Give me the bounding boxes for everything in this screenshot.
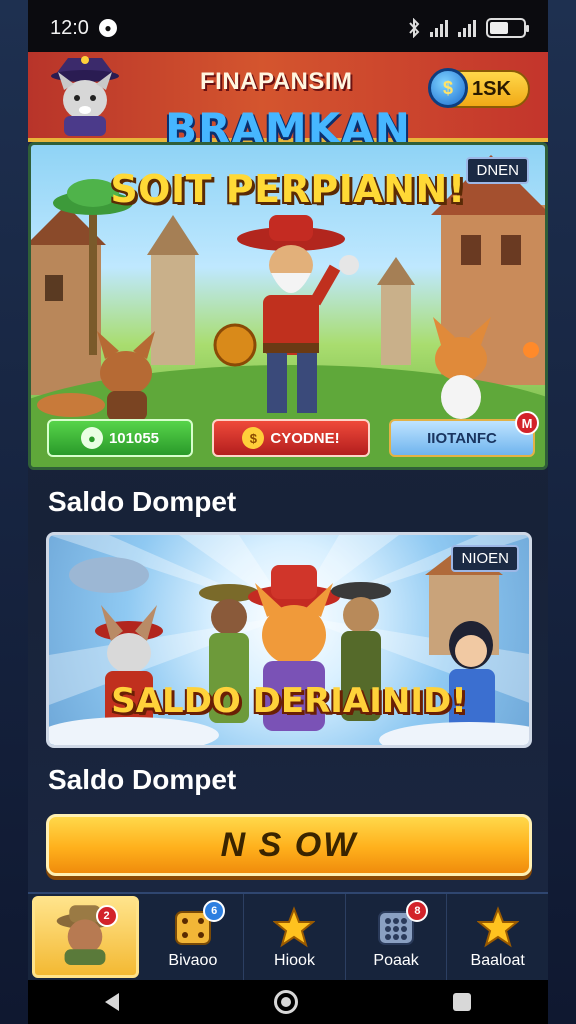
right-frame-edge bbox=[548, 0, 576, 1024]
nav-item-apps[interactable]: 8 Poaak bbox=[346, 894, 448, 980]
cta-button[interactable]: N S OW bbox=[46, 814, 532, 876]
chat-icon: ● bbox=[80, 427, 103, 449]
promo-banner[interactable]: NIOEN SALDO DERIAINID! bbox=[46, 532, 532, 748]
section-title-wallet-2: Saldo Dompet bbox=[48, 764, 237, 795]
system-nav-bar bbox=[28, 980, 548, 1024]
hero-button-badge: M bbox=[515, 411, 539, 435]
coin-balance-label: 1SK bbox=[472, 77, 511, 100]
nav-label: Poaak bbox=[373, 952, 419, 969]
nav-label: Hiook bbox=[274, 952, 315, 969]
header-title: FINAPANSIM bbox=[200, 68, 353, 95]
hero-tag[interactable]: DNEN bbox=[466, 157, 529, 184]
nav-badge: 6 bbox=[203, 900, 226, 922]
nav-label: Baaloat bbox=[470, 952, 525, 969]
status-time: 12:0 bbox=[50, 16, 89, 39]
hero-button-label: 101055 bbox=[108, 429, 160, 447]
section-title-wallet: Saldo Dompet bbox=[48, 486, 237, 517]
signal-icon-2 bbox=[458, 19, 476, 37]
star-icon bbox=[273, 906, 316, 948]
left-frame-edge bbox=[0, 0, 28, 1024]
hero-button-label: CYODNE! bbox=[270, 429, 340, 447]
battery-icon bbox=[486, 18, 529, 38]
status-bar: 12:0 ● bbox=[28, 0, 548, 56]
hero-button-label: IIOTANFC bbox=[427, 429, 497, 447]
hero-button-row: ● 101055 $ CYODNE! IIOTANFC M bbox=[47, 411, 539, 457]
coin-balance-button[interactable]: $ 1SK bbox=[428, 68, 530, 108]
recent-apps-icon[interactable] bbox=[452, 993, 471, 1011]
star-icon bbox=[476, 906, 519, 948]
promo-tag[interactable]: NIOEN bbox=[451, 545, 519, 572]
coin-icon: $ bbox=[242, 427, 265, 449]
hero-button-info[interactable]: IIOTANFC M bbox=[389, 411, 539, 457]
home-icon[interactable] bbox=[273, 990, 298, 1014]
nav-item-favorites[interactable]: Hiook bbox=[244, 894, 346, 980]
hero-button-coin[interactable]: $ CYODNE! bbox=[212, 419, 370, 457]
hero-banner[interactable]: SOIT PERPIANN! DNEN ● 101055 $ CYODNE! I… bbox=[28, 142, 548, 470]
nav-badge: 8 bbox=[406, 900, 429, 922]
bottom-nav: 2 6 Bivaoo Hiook 8 Poaak Baaloat bbox=[28, 892, 548, 980]
nav-item-games[interactable]: 6 Bivaoo bbox=[143, 894, 245, 980]
nav-label: Bivaoo bbox=[168, 952, 218, 969]
notification-icon: ● bbox=[98, 19, 117, 37]
nav-badge: 2 bbox=[95, 905, 118, 927]
nav-item-rewards[interactable]: Baaloat bbox=[447, 894, 548, 980]
bluetooth-icon bbox=[409, 18, 420, 38]
nav-item-profile[interactable]: 2 bbox=[32, 896, 139, 978]
coin-icon: $ bbox=[428, 68, 468, 108]
back-icon[interactable] bbox=[105, 993, 120, 1011]
signal-icon bbox=[430, 19, 448, 37]
hero-button-chat[interactable]: ● 101055 bbox=[47, 419, 193, 457]
promo-title: SALDO DERIAINID! bbox=[111, 681, 467, 721]
